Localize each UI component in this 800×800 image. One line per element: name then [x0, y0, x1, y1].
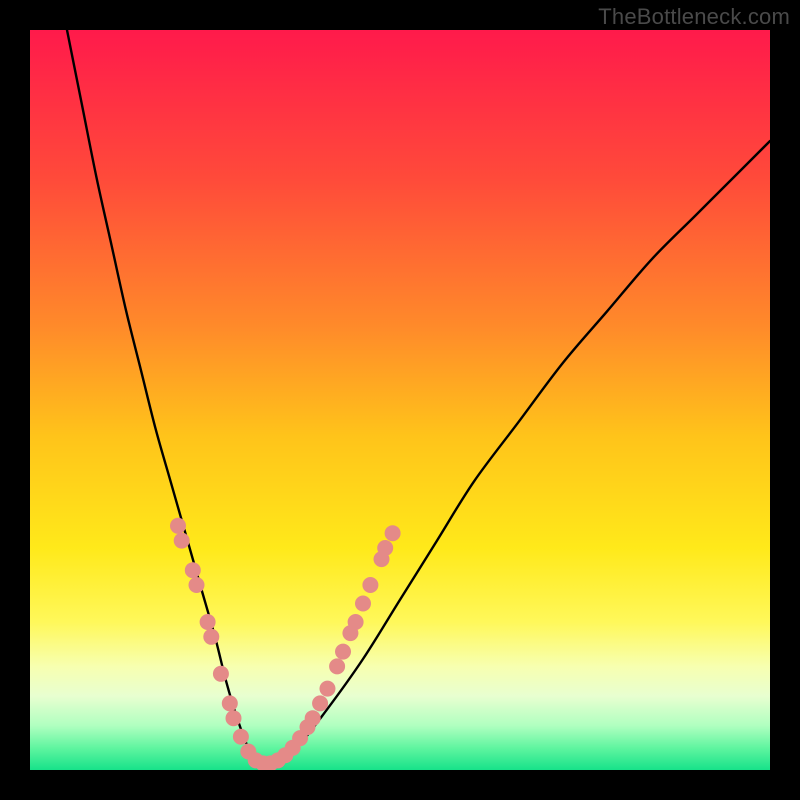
highlight-dot — [203, 629, 219, 645]
highlight-dot — [200, 614, 216, 630]
watermark-label: TheBottleneck.com — [598, 4, 790, 30]
highlight-dot — [189, 577, 205, 593]
highlight-dot — [226, 710, 242, 726]
highlight-dot — [385, 525, 401, 541]
chart-frame: TheBottleneck.com — [0, 0, 800, 800]
gradient-background — [30, 30, 770, 770]
highlight-dot — [174, 533, 190, 549]
highlight-dot — [377, 540, 393, 556]
highlight-dot — [348, 614, 364, 630]
highlight-dot — [233, 729, 249, 745]
highlight-dot — [185, 562, 201, 578]
highlight-dot — [222, 695, 238, 711]
highlight-dot — [170, 518, 186, 534]
highlight-dot — [335, 644, 351, 660]
bottleneck-chart — [0, 0, 800, 800]
highlight-dot — [305, 710, 321, 726]
highlight-dot — [355, 596, 371, 612]
highlight-dot — [329, 658, 345, 674]
highlight-dot — [312, 695, 328, 711]
highlight-dot — [362, 577, 378, 593]
highlight-dot — [319, 681, 335, 697]
highlight-dot — [213, 666, 229, 682]
